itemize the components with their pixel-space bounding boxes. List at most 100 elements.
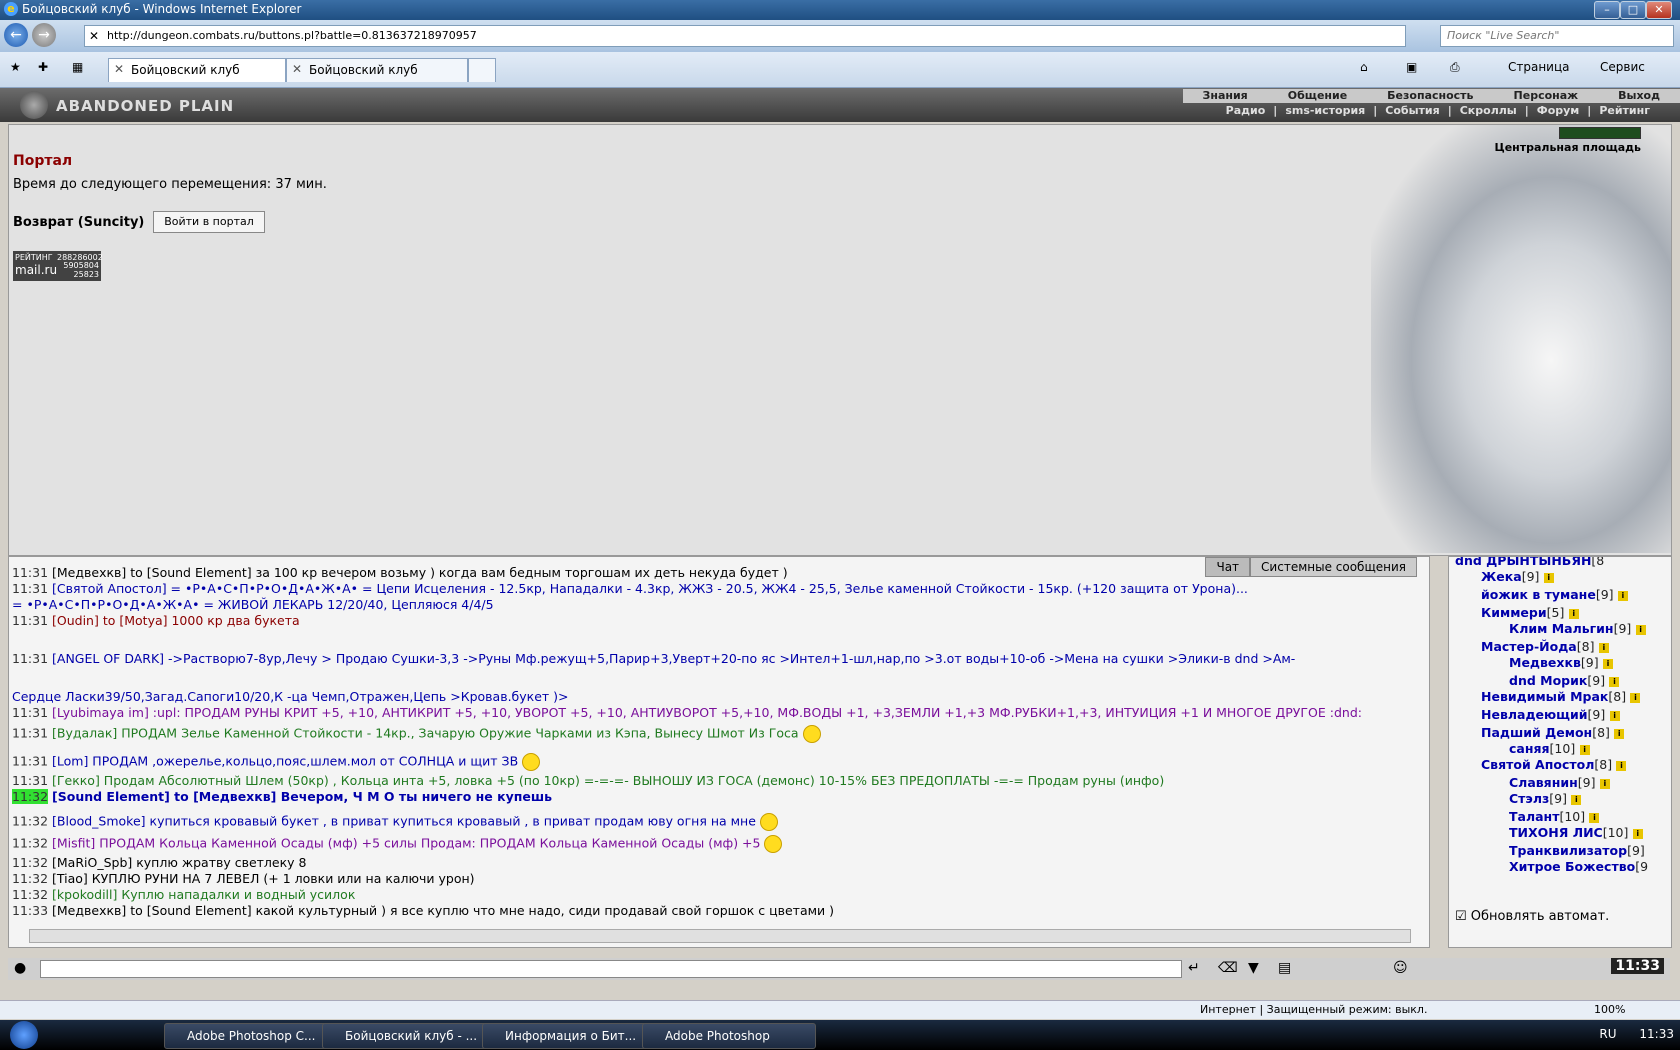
rating-label: РЕЙТИНГ xyxy=(15,253,53,262)
online-user[interactable]: Клим Мальгин[9] i xyxy=(1509,621,1646,636)
online-user[interactable]: саняя[10] i xyxy=(1509,741,1590,756)
menu-character[interactable]: Персонаж xyxy=(1494,89,1599,103)
new-tab-button[interactable] xyxy=(468,58,496,82)
submenu-sep: | xyxy=(1524,104,1529,117)
rating-brand: mail.ru xyxy=(15,263,58,277)
submenu-scrolls[interactable]: Скроллы xyxy=(1456,104,1521,117)
smiles-icon[interactable]: ☺ xyxy=(1393,960,1408,976)
search-box[interactable]: Поиск "Live Search" xyxy=(1440,25,1674,47)
hp-bar xyxy=(1559,127,1641,139)
chat-line: 11:32 [Tiao] КУПЛЮ РУНИ НА 7 ЛЕВЕЛ (+ 1 … xyxy=(12,871,475,886)
menu-exit[interactable]: Выход xyxy=(1598,89,1680,103)
online-user[interactable]: Невладеющий[9] i xyxy=(1481,707,1620,722)
tab-chat[interactable]: Чат xyxy=(1205,557,1251,577)
add-favorites-icon[interactable]: ✚ xyxy=(38,60,48,74)
rating-counter[interactable]: РЕЙТИНГ 288286002 mail.ru 5905804 25823 xyxy=(13,251,103,281)
location-link[interactable]: Центральная площадь xyxy=(1494,141,1641,154)
speaker-icon[interactable]: ● xyxy=(14,960,26,976)
chat-horizontal-scrollbar[interactable] xyxy=(29,929,1411,943)
tab-row: ★ ✚ ▦ ✕ Бойцовский клуб ✕ Бойцовский клу… xyxy=(0,52,1680,88)
online-user[interactable]: Мастер-Йода[8] i xyxy=(1481,639,1609,654)
rating-number-2: 5905804 25823 xyxy=(63,261,99,279)
close-button[interactable]: ✕ xyxy=(1646,1,1672,19)
smiley-icon xyxy=(759,813,778,831)
online-user[interactable]: dnd ДРЫНТЫНЬЯН[8 xyxy=(1455,557,1604,568)
page-menu[interactable]: Страница xyxy=(1508,60,1570,74)
online-user[interactable]: Славянин[9] i xyxy=(1509,775,1610,790)
chat-line: 11:31 [Медвехкв] to [Sound Element] за 1… xyxy=(12,565,788,580)
online-user[interactable]: Жека[9] i xyxy=(1481,569,1554,584)
enter-portal-button[interactable]: Войти в портал xyxy=(153,211,265,233)
submenu-forum[interactable]: Форум xyxy=(1533,104,1584,117)
online-user[interactable]: йожик в тумане[9] i xyxy=(1481,587,1628,602)
chat-line: 11:31 [Гекко] Продам Абсолютный Шлем (50… xyxy=(12,773,1165,788)
menu-knowledge[interactable]: Знания xyxy=(1183,89,1268,103)
menu-security[interactable]: Безопасность xyxy=(1367,89,1493,103)
menu-communication[interactable]: Общение xyxy=(1268,89,1367,103)
ie-icon: e xyxy=(4,2,18,16)
search-placeholder: Поиск "Live Search" xyxy=(1447,29,1560,42)
online-users-panel: dnd ДРЫНТЫНЬЯН[8 Жека[9] i йожик в туман… xyxy=(1448,556,1672,948)
tab-system-messages[interactable]: Системные сообщения xyxy=(1250,557,1417,577)
auto-update-checkbox[interactable]: ☑ Обновлять автомат. xyxy=(1455,909,1609,924)
online-user[interactable]: Киммери[5] i xyxy=(1481,605,1579,620)
forward-button[interactable]: → xyxy=(32,23,56,47)
online-user[interactable]: dnd Морик[9] i xyxy=(1509,673,1620,688)
security-zone: Интернет | Защищенный режим: выкл. xyxy=(1200,1003,1428,1016)
submenu-sep: | xyxy=(1273,104,1278,117)
submenu-rating[interactable]: Рейтинг xyxy=(1595,104,1654,117)
chat-line: 11:31 [ANGEL OF DARK] ->Растворю7-8ур,Ле… xyxy=(12,651,1296,666)
send-icon[interactable]: ↵ xyxy=(1188,960,1200,976)
online-user[interactable]: Медвехкв[9] i xyxy=(1509,655,1613,670)
chat-line: Сердце Ласки39/50,Загад.Сапоги10/20,К -ц… xyxy=(12,689,569,704)
quick-tabs-icon[interactable]: ▦ xyxy=(72,60,83,74)
url-text: http://dungeon.combats.ru/buttons.pl?bat… xyxy=(107,29,477,42)
start-button[interactable] xyxy=(10,1021,38,1049)
chat-line: 11:32 [Blood_Smoke] купиться кровавый бу… xyxy=(12,813,778,831)
rss-icon[interactable]: ▣ xyxy=(1406,60,1417,74)
online-user[interactable]: ТИХОНЯ ЛИС[10] i xyxy=(1509,825,1643,840)
window-titlebar: e Бойцовский клуб - Windows Internet Exp… xyxy=(0,0,1680,20)
save-icon[interactable]: ▤ xyxy=(1278,960,1291,976)
online-user[interactable]: Святой Апостол[8] i xyxy=(1481,757,1627,772)
online-user[interactable]: Стэлз[9] i xyxy=(1509,791,1582,806)
submenu-sms[interactable]: sms-история xyxy=(1281,104,1369,117)
chat-line: = •Р•А•С•П•Р•О•Д•А•Ж•А• = ЖИВОЙ ЛЕКАРЬ 1… xyxy=(12,597,494,612)
logo-emblem-icon xyxy=(20,91,48,119)
filter-icon[interactable]: ▼ xyxy=(1248,960,1259,976)
submenu-radio[interactable]: Радио xyxy=(1222,104,1270,117)
minimize-button[interactable]: – xyxy=(1594,1,1620,19)
status-bar: Интернет | Защищенный режим: выкл. 100% xyxy=(0,1000,1680,1019)
online-user[interactable]: Падший Демон[8] i xyxy=(1481,725,1625,740)
back-button[interactable]: ← xyxy=(4,23,28,47)
taskbar-item[interactable]: Бойцовский клуб - ... xyxy=(322,1023,496,1049)
print-icon[interactable]: ⎙ xyxy=(1450,60,1460,75)
online-user[interactable]: Транквилизатор[9] xyxy=(1509,843,1645,858)
smiley-icon xyxy=(764,835,783,853)
favorites-star-icon[interactable]: ★ xyxy=(10,60,21,74)
service-menu[interactable]: Сервис xyxy=(1600,60,1645,74)
address-bar[interactable]: ✕ http://dungeon.combats.ru/buttons.pl?b… xyxy=(84,25,1406,47)
online-user[interactable]: Хитрое Божество[9 xyxy=(1509,859,1648,874)
language-indicator[interactable]: RU xyxy=(1599,1027,1616,1041)
home-icon[interactable]: ⌂ xyxy=(1360,60,1368,74)
smiley-icon xyxy=(802,725,821,743)
chat-line-highlighted: 11:32 [Sound Element] to [Медвехкв] Вече… xyxy=(12,789,553,804)
online-user[interactable]: Талант[10] i xyxy=(1509,809,1600,824)
submenu-sep: | xyxy=(1447,104,1452,117)
chat-line: 11:31 [Lyubimaya im] :upl: ПРОДАМ РУНЫ К… xyxy=(12,705,1362,720)
chat-input[interactable] xyxy=(40,960,1182,978)
tray-clock[interactable]: 11:33 xyxy=(1639,1027,1674,1041)
submenu-events[interactable]: События xyxy=(1381,104,1443,117)
taskbar-item[interactable]: Информация о Бит... xyxy=(482,1023,656,1049)
tab-active[interactable]: ✕ Бойцовский клуб xyxy=(108,58,286,82)
taskbar-item[interactable]: Adobe Photoshop C... xyxy=(164,1023,338,1049)
online-user[interactable]: Невидимый Мрак[8] i xyxy=(1481,689,1641,704)
tab-second[interactable]: ✕ Бойцовский клуб xyxy=(286,58,468,82)
zoom-level[interactable]: 100% xyxy=(1594,1003,1625,1016)
maximize-button[interactable]: □ xyxy=(1620,1,1646,19)
tab-favicon-icon: ✕ xyxy=(114,62,125,76)
clear-icon[interactable]: ⌫ xyxy=(1218,960,1238,976)
tab-label: Бойцовский клуб xyxy=(131,63,240,77)
taskbar-item[interactable]: Adobe Photoshop xyxy=(642,1023,816,1049)
